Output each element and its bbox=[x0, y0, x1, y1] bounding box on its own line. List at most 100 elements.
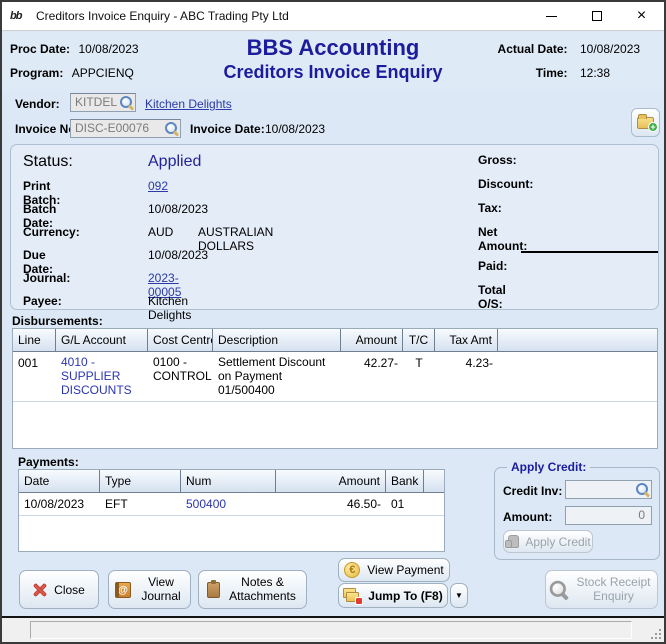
credit-inv-input[interactable] bbox=[565, 480, 652, 499]
col-description[interactable]: Description bbox=[213, 329, 341, 351]
vendor-search-icon[interactable] bbox=[120, 96, 133, 109]
minimize-icon bbox=[546, 16, 557, 17]
close-window-button[interactable]: × bbox=[619, 2, 664, 30]
col-tc[interactable]: T/C bbox=[403, 329, 435, 351]
jump-to-dropdown-button[interactable]: ▼ bbox=[450, 583, 468, 608]
minimize-button[interactable] bbox=[529, 2, 574, 30]
payments-title: Payments: bbox=[18, 455, 79, 469]
invoice-search-icon[interactable] bbox=[165, 122, 178, 135]
coin-euro-icon: € bbox=[344, 562, 360, 578]
col-bank[interactable]: Bank bbox=[386, 470, 424, 492]
discount-label: Discount: bbox=[478, 177, 533, 191]
app-window: bb Creditors Invoice Enquiry - ABC Tradi… bbox=[0, 0, 666, 644]
hand-icon bbox=[505, 535, 518, 548]
net-amount-value: 46.50- bbox=[0, 225, 1, 239]
jump-to-label: Jump To (F8) bbox=[368, 589, 442, 603]
invoice-date-value: 10/08/2023 bbox=[265, 122, 325, 136]
window-title: Creditors Invoice Enquiry - ABC Trading … bbox=[36, 9, 289, 23]
time-label: Time: bbox=[536, 66, 568, 80]
maximize-icon bbox=[592, 11, 602, 21]
apply-credit-group: Apply Credit: Credit Inv: Amount: 0 Appl… bbox=[494, 467, 660, 560]
actual-date-label: Actual Date: bbox=[498, 42, 568, 56]
currency-name: AUSTRALIAN DOLLARS bbox=[198, 225, 273, 253]
col-amount[interactable]: Amount bbox=[341, 329, 403, 351]
currency-label: Currency: bbox=[23, 225, 80, 239]
col-type[interactable]: Type bbox=[100, 470, 181, 492]
paid-value: 46.50- bbox=[0, 259, 1, 273]
apply-credit-title: Apply Credit: bbox=[507, 460, 590, 474]
col-pay-amount[interactable]: Amount bbox=[276, 470, 386, 492]
col-cost-centre[interactable]: Cost Centre bbox=[148, 329, 213, 351]
view-journal-button[interactable]: @ View Journal bbox=[108, 570, 191, 609]
chevron-down-icon: ▼ bbox=[455, 591, 463, 600]
payee-value: Kitchen Delights bbox=[148, 294, 191, 322]
cell-line: 001 bbox=[13, 352, 56, 401]
journal-label: Journal: bbox=[23, 271, 70, 285]
cell-num-link[interactable]: 500400 bbox=[181, 493, 276, 515]
jump-to-button[interactable]: Jump To (F8) bbox=[338, 583, 448, 608]
cell-tax-amt: 4.23- bbox=[435, 352, 498, 401]
tax-label: Tax: bbox=[478, 201, 502, 215]
status-bar bbox=[2, 616, 664, 642]
header-band: Proc Date: 10/08/2023 Program: APPCIENQ … bbox=[2, 32, 664, 91]
maximize-button[interactable] bbox=[574, 2, 619, 30]
new-document-button[interactable]: + bbox=[631, 108, 660, 137]
total-os-value: 0.00 bbox=[0, 283, 1, 297]
close-button-label: Close bbox=[54, 583, 85, 597]
print-batch-link[interactable]: 092 bbox=[148, 179, 168, 193]
apply-credit-button[interactable]: Apply Credit bbox=[503, 530, 593, 553]
status-label: Status: bbox=[23, 153, 73, 171]
resize-grip[interactable] bbox=[651, 629, 661, 639]
cell-gl-account[interactable]: 4010 - SUPPLIER DISCOUNTS bbox=[56, 352, 148, 401]
disbursements-title: Disbursements: bbox=[12, 314, 103, 328]
col-date[interactable]: Date bbox=[19, 470, 100, 492]
col-num[interactable]: Num bbox=[181, 470, 276, 492]
payments-table[interactable]: Date Type Num Amount Bank 10/08/2023 EFT… bbox=[18, 469, 445, 552]
payments-header: Date Type Num Amount Bank bbox=[19, 470, 444, 493]
cell-bank: 01 bbox=[386, 493, 424, 515]
status-bar-panel bbox=[30, 621, 632, 639]
view-payment-label: View Payment bbox=[367, 563, 443, 577]
stock-receipt-enquiry-button[interactable]: Stock Receipt Enquiry bbox=[545, 570, 658, 609]
cell-date: 10/08/2023 bbox=[19, 493, 100, 515]
vendor-input[interactable]: KITDEL bbox=[70, 93, 136, 112]
app-icon: bb bbox=[10, 8, 28, 24]
cell-pay-amount: 46.50- bbox=[276, 493, 386, 515]
paid-label: Paid: bbox=[478, 259, 507, 273]
col-filler bbox=[498, 329, 657, 351]
stock-search-icon bbox=[549, 581, 567, 599]
currency-code: AUD bbox=[148, 225, 173, 239]
close-button[interactable]: Close bbox=[19, 570, 99, 609]
col-line[interactable]: Line bbox=[13, 329, 56, 351]
vendor-label: Vendor: bbox=[15, 97, 60, 111]
stock-receipt-label: Stock Receipt Enquiry bbox=[576, 576, 652, 604]
cell-description: Settlement Discount on Payment 01/500400 bbox=[213, 352, 341, 401]
view-payment-button[interactable]: € View Payment bbox=[338, 558, 450, 582]
disbursements-header: Line G/L Account Cost Centre Description… bbox=[13, 329, 657, 352]
tax-value: 4.23- bbox=[0, 201, 1, 215]
credit-inv-search-icon[interactable] bbox=[636, 483, 649, 496]
folder-add-icon: + bbox=[637, 117, 654, 129]
col-gl-account[interactable]: G/L Account bbox=[56, 329, 148, 351]
disbursement-row[interactable]: 001 4010 - SUPPLIER DISCOUNTS 0100 - CON… bbox=[13, 352, 657, 402]
payment-row[interactable]: 10/08/2023 EFT 500400 46.50- 01 bbox=[19, 493, 444, 516]
discount-value: 0.00% bbox=[0, 177, 1, 191]
gross-value: 46.50- bbox=[0, 153, 1, 167]
invoice-no-input[interactable]: DISC-E00076 bbox=[70, 119, 181, 138]
invoice-no-value: DISC-E00076 bbox=[75, 121, 149, 135]
col-tax-amt[interactable]: Tax Amt bbox=[435, 329, 498, 351]
notes-attachments-button[interactable]: Notes & Attachments bbox=[198, 570, 307, 609]
status-value: Applied bbox=[148, 153, 201, 171]
cell-tc: T bbox=[403, 352, 435, 401]
window-controls: × bbox=[529, 2, 664, 30]
plus-badge-icon: + bbox=[648, 122, 658, 132]
invoice-date-label: Invoice Date: bbox=[190, 122, 265, 136]
batch-date-value: 10/08/2023 bbox=[148, 202, 208, 216]
vendor-name-link[interactable]: Kitchen Delights bbox=[145, 97, 232, 111]
disbursements-table[interactable]: Line G/L Account Cost Centre Description… bbox=[12, 328, 658, 449]
notes-attachments-label: Notes & Attachments bbox=[227, 576, 299, 604]
payee-label: Payee: bbox=[23, 294, 62, 308]
cell-amount: 42.27- bbox=[341, 352, 403, 401]
apply-amount-input[interactable]: 0 bbox=[565, 506, 652, 525]
titlebar: bb Creditors Invoice Enquiry - ABC Tradi… bbox=[2, 2, 664, 31]
